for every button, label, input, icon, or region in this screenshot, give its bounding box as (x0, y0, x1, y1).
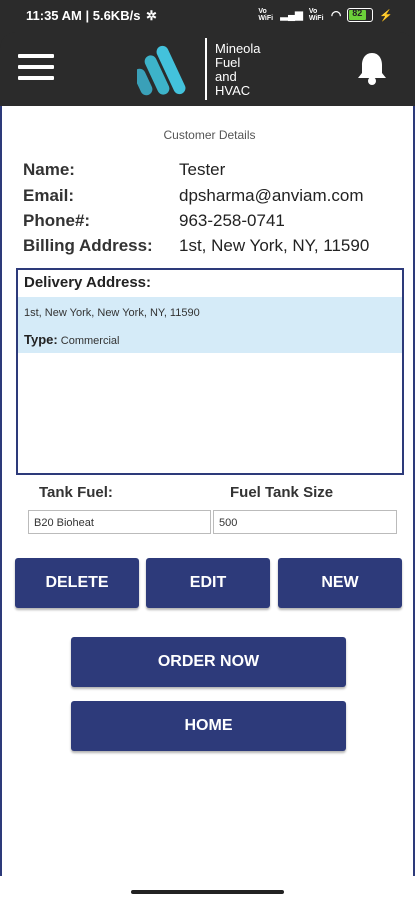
name-value: Tester (179, 160, 226, 179)
home-button[interactable]: HOME (71, 701, 346, 751)
billing-value: 1st, New York, NY, 11590 (179, 236, 370, 255)
delivery-type-value: Commercial (60, 335, 120, 347)
name-label: Name: (23, 160, 75, 179)
logo-divider (205, 38, 207, 100)
wifi-icon: ◠ (330, 8, 342, 22)
phone-label: Phone#: (23, 211, 91, 230)
volte-signal-2: Vo WiFi (308, 8, 324, 22)
system-nav-bar (0, 876, 415, 900)
new-button[interactable]: NEW (278, 558, 402, 608)
company-name: Mineola Fuel and HVAC (215, 41, 261, 98)
delivery-address-text: 1st, New York, New York, NY, 11590 (24, 307, 200, 319)
status-bar: 11:35 AM | 5.6KB/s ✲ Vo WiFi ▂▄▆ Vo WiFi… (0, 0, 415, 32)
delete-button[interactable]: DELETE (15, 558, 139, 608)
delivery-title: Delivery Address: (24, 274, 152, 291)
delivery-type-label: Type: (24, 332, 58, 347)
email-value: dpsharma@anviam.com (179, 186, 364, 205)
edit-button[interactable]: EDIT (146, 558, 270, 608)
customer-details-panel: Customer Details Name: Tester Email: dps… (0, 106, 415, 878)
fuel-tank-size-field[interactable]: 500 (213, 510, 397, 534)
tank-fuel-label: Tank Fuel: (39, 484, 113, 501)
menu-icon[interactable] (18, 54, 54, 82)
status-time: 11:35 AM | 5.6KB/s (26, 8, 141, 23)
charging-icon: ⚡ (379, 9, 393, 22)
notification-bell-icon[interactable] (355, 50, 389, 86)
app-header: Mineola Fuel and HVAC (0, 32, 415, 106)
section-title: Customer Details (163, 128, 256, 142)
order-now-button[interactable]: ORDER NOW (71, 637, 346, 687)
home-gesture-bar[interactable] (131, 890, 284, 894)
billing-label: Billing Address: (23, 236, 153, 255)
email-label: Email: (23, 186, 75, 205)
volte-signal-1: Vo WiFi (258, 8, 274, 22)
battery-icon: 82 (347, 8, 374, 22)
fuel-tank-size-label: Fuel Tank Size (230, 484, 334, 501)
phone-value: 963-258-0741 (179, 211, 285, 230)
signal-icon: ▂▄▆ (280, 9, 303, 21)
nfc-icon: ✲ (146, 8, 157, 23)
delivery-type: Type: Commercial (24, 332, 119, 347)
delivery-address-item[interactable]: 1st, New York, New York, NY, 11590 Type:… (18, 297, 402, 353)
delivery-address-list: Delivery Address: 1st, New York, New Yor… (16, 268, 404, 475)
tank-fuel-field[interactable]: B20 Bioheat (28, 510, 211, 534)
